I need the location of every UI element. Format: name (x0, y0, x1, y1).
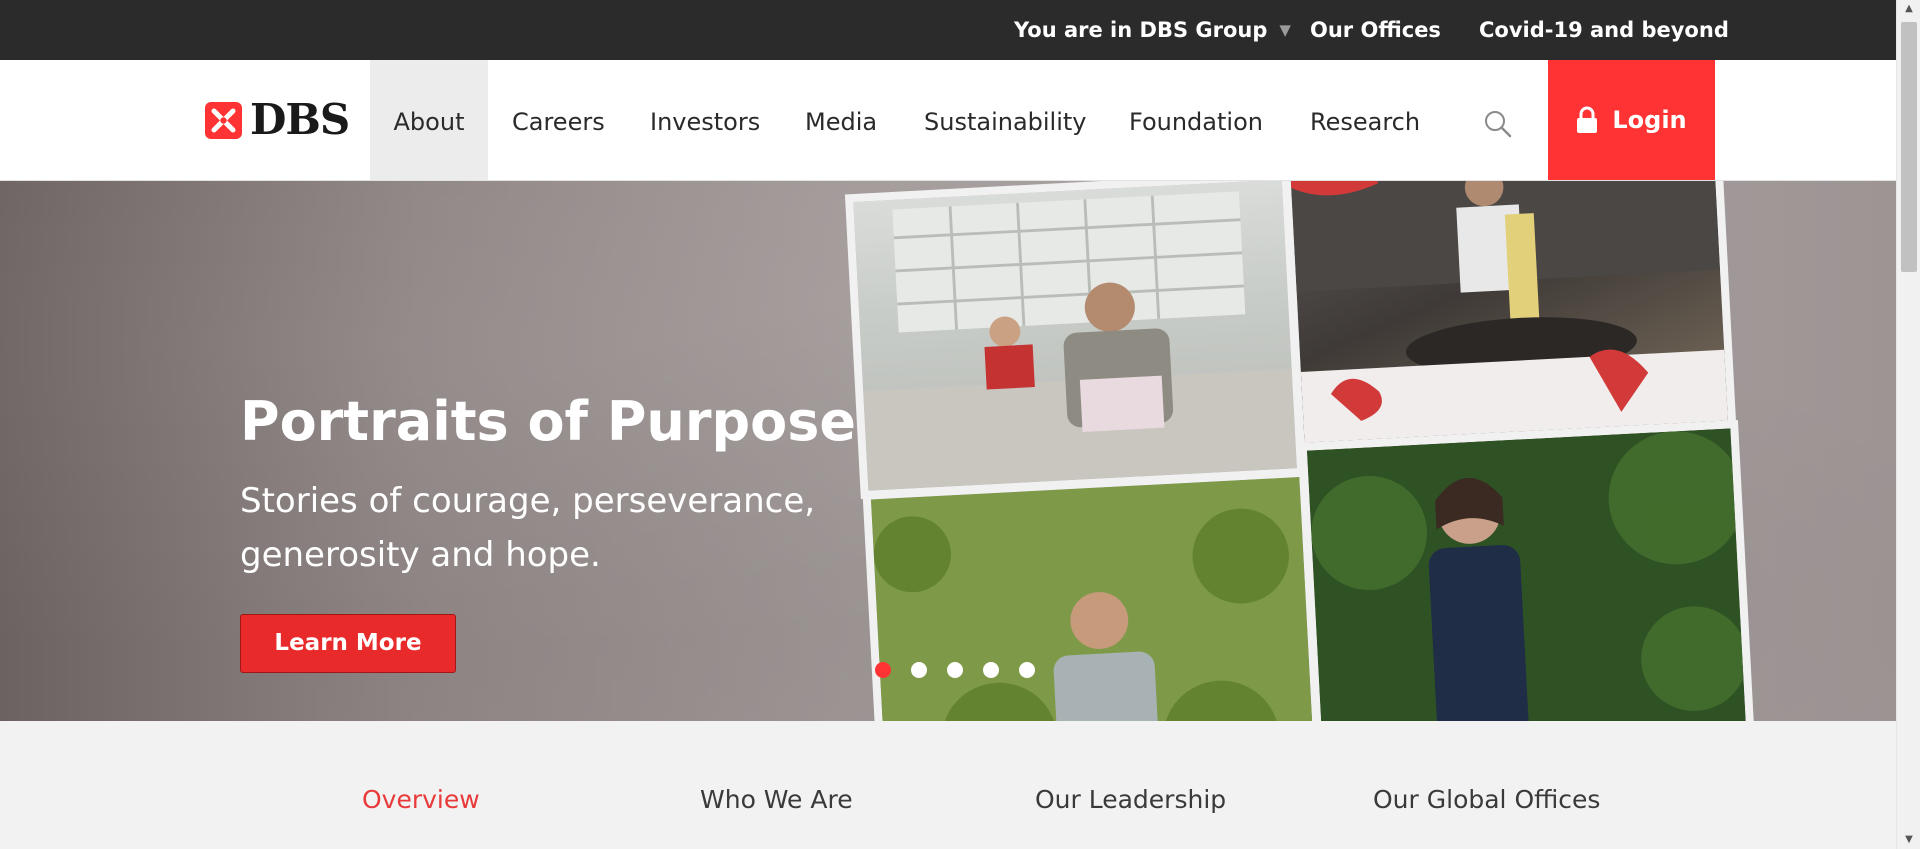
covid-link[interactable]: Covid-19 and beyond (1479, 0, 1729, 60)
tab-our-global-offices[interactable]: Our Global Offices (1373, 785, 1600, 814)
logo-text: DBS (250, 95, 350, 144)
lock-icon (1576, 106, 1598, 134)
nav-item-media[interactable]: Media (805, 60, 877, 180)
group-selector[interactable]: You are in DBS Group ▼ (1014, 0, 1291, 60)
carousel-dot-5[interactable] (1019, 662, 1035, 678)
nav-item-investors[interactable]: Investors (650, 60, 760, 180)
login-label: Login (1612, 106, 1687, 134)
photo-man-at-table (844, 181, 1306, 500)
tab-our-leadership[interactable]: Our Leadership (1035, 785, 1226, 814)
caret-down-icon: ▼ (1279, 21, 1291, 39)
tab-overview[interactable]: Overview (362, 785, 480, 814)
nav-item-careers[interactable]: Careers (512, 60, 605, 180)
dbs-logo-mark-icon (203, 100, 244, 141)
search-icon[interactable] (1482, 108, 1514, 140)
carousel-dot-1[interactable] (875, 662, 891, 678)
scroll-thumb[interactable] (1901, 22, 1917, 272)
page-scrollbar[interactable]: ▲ ▼ (1896, 0, 1920, 849)
hero-banner: Portraits of Purpose Stories of courage,… (0, 181, 1896, 721)
carousel-dot-4[interactable] (983, 662, 999, 678)
photo-man-in-garden (862, 468, 1324, 721)
scroll-down-arrow-icon[interactable]: ▼ (1897, 831, 1920, 849)
hero-subtitle: Stories of courage, perseverance, genero… (240, 481, 816, 575)
carousel-dot-3[interactable] (947, 662, 963, 678)
our-offices-link[interactable]: Our Offices (1310, 0, 1441, 60)
hero-photo-collage (824, 181, 1776, 721)
nav-item-about[interactable]: About (370, 60, 488, 180)
utility-bar: You are in DBS Group ▼ Our Offices Covid-… (0, 0, 1896, 60)
photo-hawker-cooking (1281, 181, 1737, 452)
main-nav: DBS About Careers Investors Media Sustai… (0, 60, 1896, 181)
nav-item-foundation[interactable]: Foundation (1129, 60, 1263, 180)
tab-who-we-are[interactable]: Who We Are (700, 785, 853, 814)
login-button[interactable]: Login (1548, 60, 1715, 180)
nav-item-sustainability[interactable]: Sustainability (924, 60, 1087, 180)
carousel-dot-2[interactable] (911, 662, 927, 678)
carousel-indicators (875, 662, 1035, 678)
photo-woman-standing (1298, 420, 1755, 721)
group-selector-label: You are in DBS Group (1014, 18, 1268, 42)
dbs-logo[interactable]: DBS (203, 95, 350, 144)
scroll-up-arrow-icon[interactable]: ▲ (1897, 0, 1920, 18)
nav-item-research[interactable]: Research (1310, 60, 1420, 180)
hero-title: Portraits of Purpose (240, 390, 857, 453)
section-subnav: Overview Who We Are Our Leadership Our G… (0, 721, 1896, 849)
learn-more-button[interactable]: Learn More (240, 614, 456, 673)
